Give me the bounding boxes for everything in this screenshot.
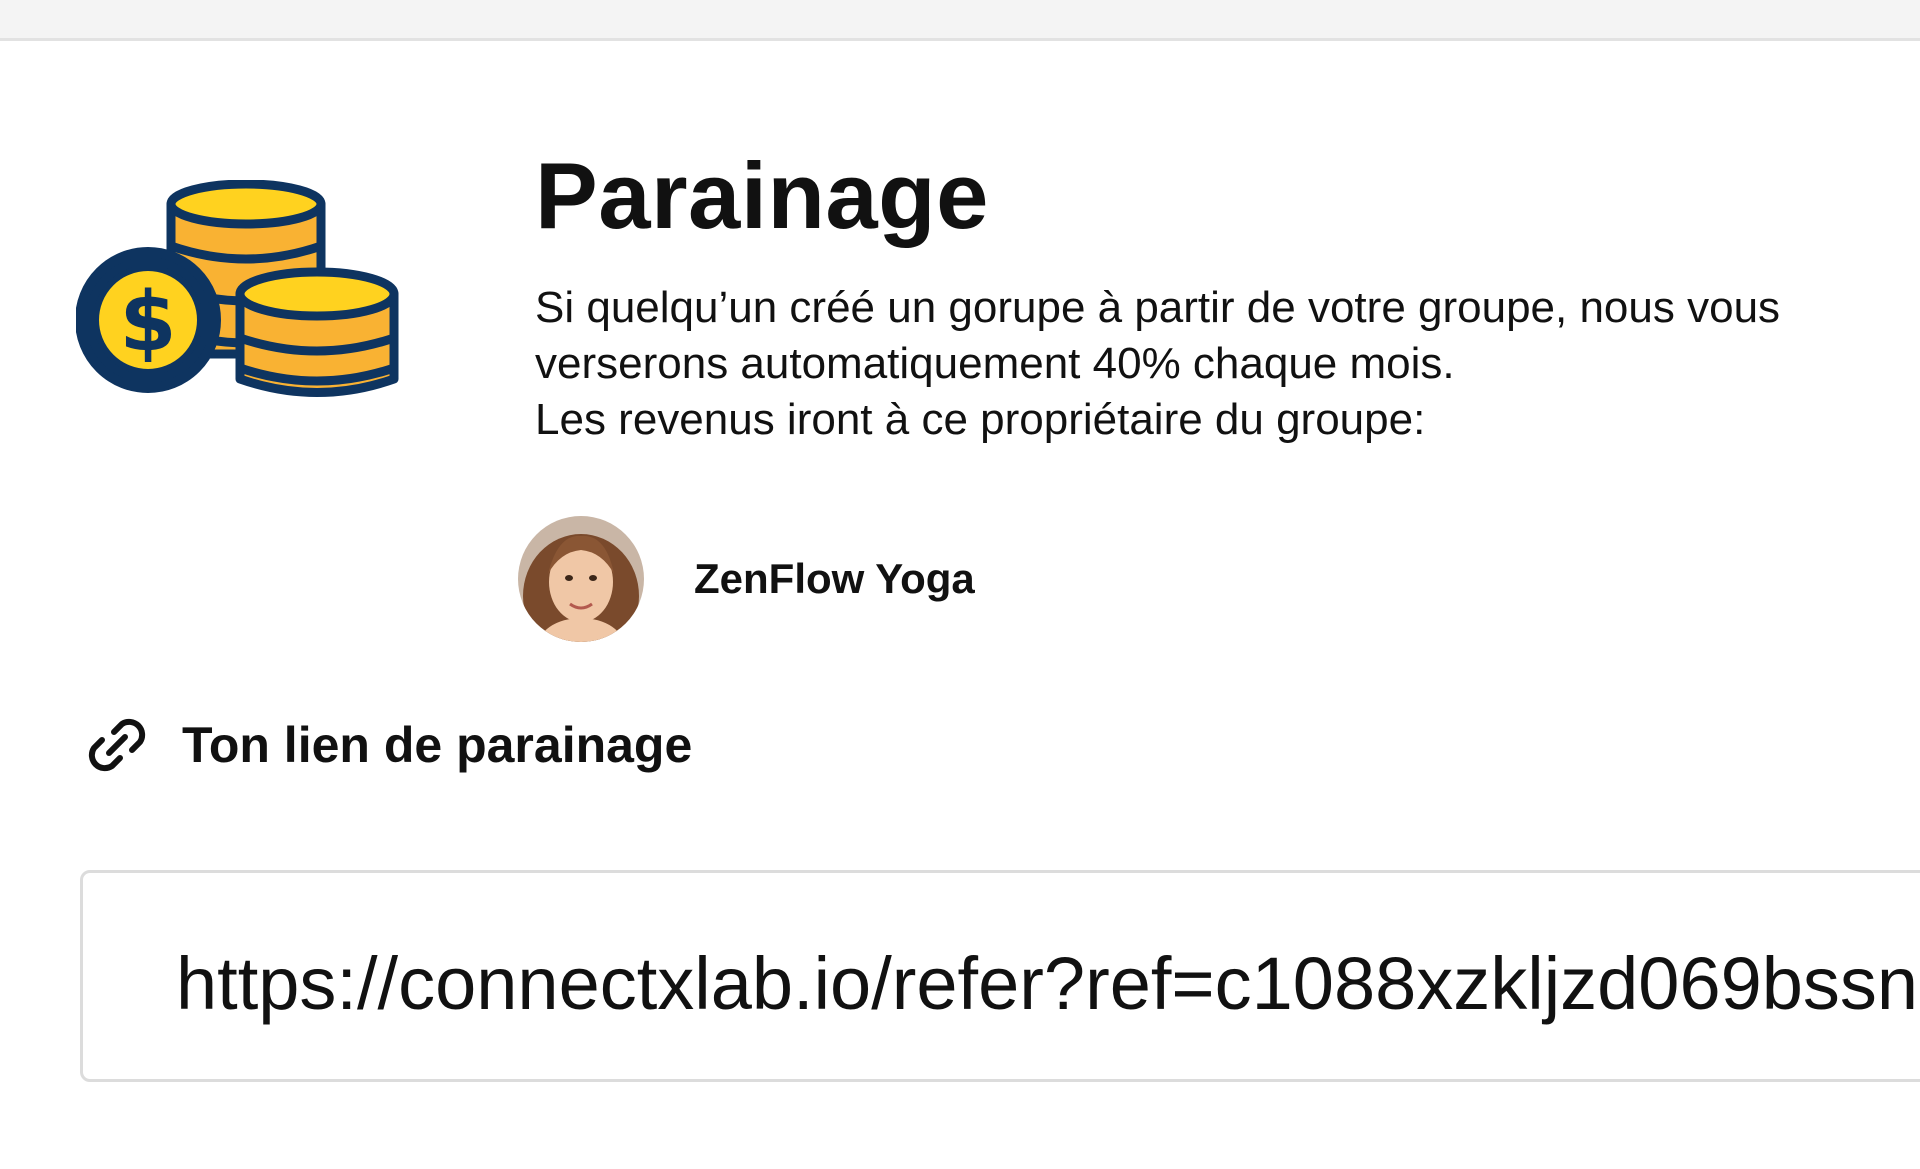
group-owner: ZenFlow Yoga <box>518 516 975 642</box>
link-chain-icon <box>88 718 146 772</box>
page-title: Parainage <box>535 143 989 248</box>
referral-link-field[interactable]: https://connectxlab.io/refer?ref=c1088xz… <box>80 870 1920 1082</box>
description-line: Les revenus iront à ce propriétaire du g… <box>535 395 1426 444</box>
owner-avatar <box>518 516 644 642</box>
referral-link-url[interactable]: https://connectxlab.io/refer?ref=c1088xz… <box>176 941 1920 1026</box>
top-bar <box>0 0 1920 41</box>
referral-description: Si quelqu’un créé un gorupe à partir de … <box>535 280 1895 448</box>
coins-dollar-icon: $ <box>76 180 399 397</box>
owner-name: ZenFlow Yoga <box>694 555 975 602</box>
referral-link-label: Ton lien de parainage <box>182 717 693 773</box>
referral-link-header: Ton lien de parainage <box>82 710 692 780</box>
description-line: Si quelqu’un créé un gorupe à partir de … <box>535 283 1781 388</box>
svg-text:$: $ <box>119 275 176 370</box>
